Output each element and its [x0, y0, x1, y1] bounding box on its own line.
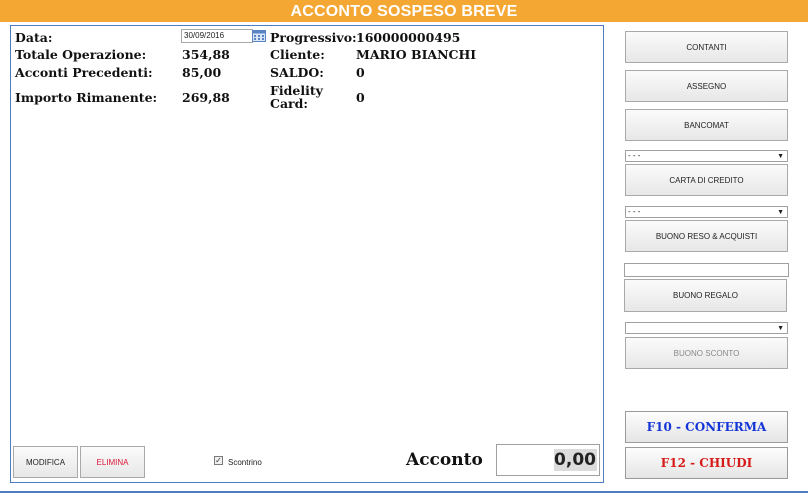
calendar-icon[interactable]: [252, 29, 266, 42]
saldo-label: SALDO:: [270, 65, 324, 80]
scontrino-checkbox[interactable]: ✓: [214, 456, 223, 465]
buono-regalo-code-input[interactable]: [624, 263, 789, 277]
progressivo-value: 160000000495: [356, 30, 461, 45]
acconti-precedenti-label: Acconti Precedenti:: [15, 65, 153, 80]
acconto-input[interactable]: 0,00: [496, 444, 600, 476]
bancomat-button[interactable]: BANCOMAT: [625, 109, 788, 141]
buono-sconto-button[interactable]: BUONO SCONTO: [625, 337, 788, 369]
fidelity-card-label-line2: Card:: [270, 96, 308, 111]
chevron-down-icon: ▼: [777, 209, 784, 216]
data-label: Data:: [15, 30, 53, 45]
date-field[interactable]: 30/09/2016: [181, 29, 253, 43]
buono-sconto-select[interactable]: ▼: [625, 322, 788, 334]
scontrino-label: Scontrino: [228, 458, 262, 467]
bottom-border: [0, 491, 808, 493]
contanti-button[interactable]: CONTANTI: [625, 31, 788, 63]
cliente-value: MARIO BIANCHI: [356, 47, 477, 62]
chiudi-button[interactable]: F12 - CHIUDI: [625, 447, 788, 479]
importo-rimanente-value: 269,88: [182, 90, 230, 105]
acconti-precedenti-value: 85,00: [182, 65, 222, 80]
totale-operazione-label: Totale Operazione:: [15, 47, 147, 62]
acconto-value: 0,00: [554, 449, 597, 471]
window-title: ACCONTO SOSPESO BREVE: [0, 0, 808, 22]
chevron-down-icon: ▼: [777, 153, 784, 160]
buono-reso-acquisti-button[interactable]: BUONO RESO & ACQUISTI: [625, 220, 788, 252]
modifica-button[interactable]: MODIFICA: [13, 446, 78, 478]
carta-credito-select-value: - - -: [628, 151, 641, 160]
progressivo-label: Progressivo:: [270, 30, 357, 45]
assegno-button[interactable]: ASSEGNO: [625, 70, 788, 102]
importo-rimanente-label: Importo Rimanente:: [15, 90, 158, 105]
buono-reso-select-value: - - -: [628, 207, 641, 216]
buono-reso-select[interactable]: - - - ▼: [625, 206, 788, 218]
totale-operazione-value: 354,88: [182, 47, 230, 62]
carta-credito-select[interactable]: - - - ▼: [625, 150, 788, 162]
chevron-down-icon: ▼: [777, 325, 784, 332]
fidelity-card-value: 0: [356, 90, 365, 105]
conferma-button[interactable]: F10 - CONFERMA: [625, 411, 788, 443]
carta-credito-button[interactable]: CARTA DI CREDITO: [625, 164, 788, 196]
buono-regalo-button[interactable]: BUONO REGALO: [624, 279, 787, 312]
acconto-label: Acconto: [406, 450, 483, 470]
saldo-value: 0: [356, 65, 365, 80]
cliente-label: Cliente:: [270, 47, 325, 62]
elimina-button[interactable]: ELIMINA: [80, 446, 145, 478]
